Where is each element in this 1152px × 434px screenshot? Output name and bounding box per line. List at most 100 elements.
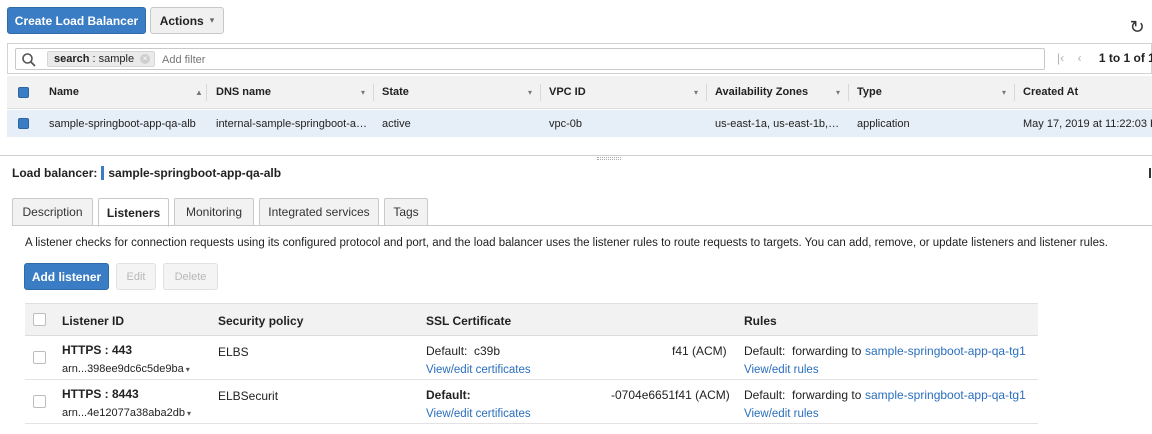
header-security-policy: Security policy <box>218 313 304 328</box>
rules-forwarding-text: forwarding to <box>792 388 862 402</box>
tab-monitoring[interactable]: Monitoring <box>174 198 254 226</box>
table-row[interactable]: HTTPS : 8443 arn...4e12077a38aba2db ▾ ELB… <box>25 381 1038 424</box>
pagination: |‹ ‹ 1 to 1 of 1 <box>1057 51 1152 65</box>
create-load-balancer-button[interactable]: Create Load Balancer <box>7 7 146 34</box>
security-policy: ELBSecurit <box>218 389 279 403</box>
header-ssl-certificate: SSL Certificate <box>426 313 512 328</box>
view-edit-rules-link[interactable]: View/edit rules <box>744 408 819 420</box>
table-row[interactable]: HTTPS : 443 arn...398ee9dc6c5de9ba ▾ ELBS… <box>25 337 1038 380</box>
tab-listeners[interactable]: Listeners <box>98 198 169 227</box>
row-checkbox[interactable] <box>33 395 46 408</box>
column-type[interactable]: Type <box>857 76 882 108</box>
checkbox-icon <box>18 86 29 98</box>
column-divider <box>206 84 207 101</box>
row-checkbox[interactable] <box>33 351 46 364</box>
filter-bar: search : sample × |‹ ‹ 1 to 1 of 1 <box>7 43 1152 74</box>
ssl-certificate-value: c39b <box>474 344 501 358</box>
filter-tag-separator: : <box>89 53 99 65</box>
tab-tags[interactable]: Tags <box>384 198 428 226</box>
column-divider <box>373 84 374 101</box>
column-divider <box>706 84 707 101</box>
listeners-table-header: Listener ID Security policy SSL Certific… <box>25 303 1038 336</box>
sort-ascending-icon[interactable]: ▲ <box>195 76 203 108</box>
row-availability-zones: us-east-1a, us-east-1b,… <box>715 117 840 130</box>
panel-splitter[interactable] <box>0 155 1152 156</box>
edit-button[interactable]: Edit <box>116 263 156 290</box>
load-balancer-title: Load balancer: sample-springboot-app-qa-… <box>12 166 281 180</box>
row-state: active <box>382 117 411 130</box>
column-divider <box>848 84 849 101</box>
rules-default-label: Default: <box>744 388 786 402</box>
filter-tag-key: search <box>54 53 90 65</box>
column-menu-icon[interactable]: ▾ <box>1002 76 1006 108</box>
listener-arn-text: arn...4e12077a38aba2db <box>62 407 185 419</box>
column-menu-icon[interactable]: ▾ <box>528 76 532 108</box>
rules-forwarding-text: forwarding to <box>792 344 862 358</box>
column-divider <box>1014 84 1015 101</box>
panel-edge-marker <box>1149 168 1151 178</box>
column-menu-icon[interactable]: ▾ <box>361 76 365 108</box>
add-listener-button[interactable]: Add listener <box>24 263 109 290</box>
select-all-checkbox[interactable] <box>18 76 29 108</box>
view-edit-rules-link[interactable]: View/edit rules <box>744 364 819 376</box>
column-created-at[interactable]: Created At <box>1023 76 1078 108</box>
chevron-down-icon: ▾ <box>186 409 191 418</box>
listener-protocol-port: HTTPS : 443 <box>62 343 133 357</box>
listener-arn[interactable]: arn...398ee9dc6c5de9ba ▾ <box>62 363 190 375</box>
target-group-link[interactable]: sample-springboot-app-qa-tg1 <box>865 344 1026 358</box>
column-vpc-id[interactable]: VPC ID <box>549 76 586 108</box>
table-row[interactable]: sample-springboot-app-qa-alb internal-sa… <box>7 110 1152 137</box>
filter-tag: search : sample × <box>47 51 156 67</box>
listener-protocol-port: HTTPS : 8443 <box>62 387 139 401</box>
pagination-text: 1 to 1 of 1 <box>1098 51 1152 65</box>
target-group-link[interactable]: sample-springboot-app-qa-tg1 <box>865 388 1026 402</box>
header-listener-id: Listener ID <box>62 313 125 328</box>
column-state[interactable]: State <box>382 76 409 108</box>
row-name: sample-springboot-app-qa-alb <box>49 117 196 130</box>
actions-button[interactable]: Actions ▾ <box>150 7 224 34</box>
column-menu-icon[interactable]: ▾ <box>836 76 840 108</box>
security-policy: ELBS <box>218 345 249 359</box>
column-dns-name[interactable]: DNS name <box>216 76 271 108</box>
column-menu-icon[interactable]: ▾ <box>694 76 698 108</box>
checkbox-icon <box>18 118 29 129</box>
tab-underline <box>12 225 1152 226</box>
remove-filter-icon[interactable]: × <box>140 54 151 64</box>
tab-integrated-services[interactable]: Integrated services <box>259 198 379 226</box>
row-vpc-id: vpc-0b <box>549 117 583 130</box>
row-created-at: May 17, 2019 at 11:22:03 P <box>1023 117 1152 130</box>
row-checkbox[interactable] <box>18 110 29 137</box>
load-balancer-label: Load balancer: <box>12 166 98 180</box>
listener-description: A listener checks for connection request… <box>25 237 1108 249</box>
tab-description[interactable]: Description <box>12 198 93 226</box>
ssl-default-label: Default: <box>426 388 471 402</box>
actions-label: Actions <box>159 13 204 28</box>
refresh-icon[interactable]: ↻ <box>1127 17 1147 37</box>
ssl-certificate-suffix: f41 (ACM) <box>672 344 727 358</box>
chevron-down-icon: ▾ <box>185 365 190 374</box>
header-rules: Rules <box>744 313 777 328</box>
selection-marker <box>101 166 105 180</box>
drag-handle-icon[interactable] <box>597 157 621 160</box>
delete-button[interactable]: Delete <box>163 263 218 290</box>
chevron-down-icon: ▾ <box>209 15 215 25</box>
create-load-balancer-label: Create Load Balancer <box>14 13 139 28</box>
row-type: application <box>857 117 910 130</box>
first-page-icon[interactable]: |‹ <box>1057 51 1064 65</box>
search-icon <box>22 53 36 67</box>
prev-page-icon[interactable]: ‹ <box>1077 51 1081 65</box>
ssl-certificate-suffix: -0704e6651f41 (ACM) <box>611 388 730 402</box>
listener-arn[interactable]: arn...4e12077a38aba2db ▾ <box>62 407 191 419</box>
select-all-listeners-checkbox[interactable] <box>33 313 46 326</box>
view-edit-certificates-link[interactable]: View/edit certificates <box>426 364 531 376</box>
column-name[interactable]: Name <box>49 76 79 108</box>
column-divider <box>540 84 541 101</box>
row-dns-name: internal-sample-springboot-a… <box>216 117 368 130</box>
column-availability-zones[interactable]: Availability Zones <box>715 76 808 108</box>
filter-search-box[interactable]: search : sample × <box>15 48 1045 70</box>
add-filter-input[interactable] <box>162 52 362 67</box>
view-edit-certificates-link[interactable]: View/edit certificates <box>426 408 531 420</box>
rules-default-label: Default: <box>744 344 786 358</box>
ssl-default-label: Default: <box>426 344 468 358</box>
listener-arn-text: arn...398ee9dc6c5de9ba <box>62 363 184 375</box>
